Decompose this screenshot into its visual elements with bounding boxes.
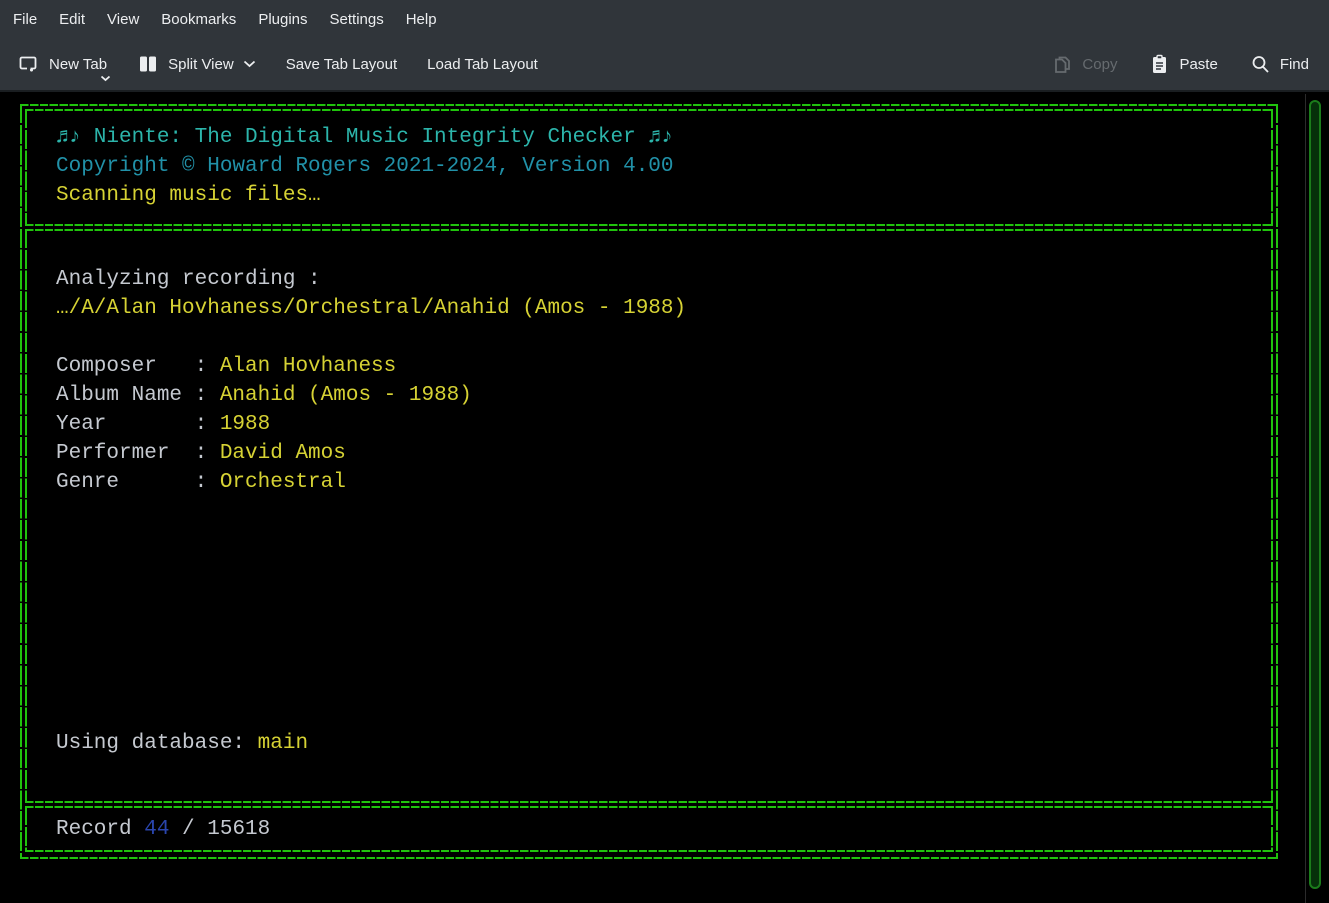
copy-icon <box>1052 54 1073 75</box>
record-total: / 15618 <box>169 818 270 841</box>
status-line: Scanning music files… <box>56 181 1273 210</box>
field-value: Anahid (Amos - 1988) <box>220 384 472 407</box>
menu-help[interactable]: Help <box>395 6 448 33</box>
paste-button[interactable]: Paste <box>1147 50 1219 79</box>
load-tab-layout-label: Load Tab Layout <box>427 56 538 73</box>
metadata-row-composer: Composer : Alan Hovhaness <box>56 352 1273 381</box>
field-label: Album Name : <box>56 384 220 407</box>
chevron-down-icon <box>100 75 111 82</box>
field-label: Composer : <box>56 355 220 378</box>
record-current: 44 <box>144 818 169 841</box>
new-tab-icon <box>18 53 40 75</box>
field-value: David Amos <box>220 442 346 465</box>
new-tab-button[interactable]: New Tab <box>16 49 109 79</box>
field-label: Genre : <box>56 471 220 494</box>
menu-file[interactable]: File <box>2 6 48 33</box>
metadata-row-album: Album Name : Anahid (Amos - 1988) <box>56 381 1273 410</box>
metadata-row-year: Year : 1988 <box>56 410 1273 439</box>
field-label: Year : <box>56 413 220 436</box>
menu-bar: File Edit View Bookmarks Plugins Setting… <box>0 0 1329 38</box>
load-tab-layout-button[interactable]: Load Tab Layout <box>425 52 540 77</box>
menu-edit[interactable]: Edit <box>48 6 96 33</box>
konsole-window: File Edit View Bookmarks Plugins Setting… <box>0 0 1329 903</box>
analyzing-heading: Analyzing recording : <box>56 265 1273 294</box>
tui-record-panel: Record 44 / 15618 <box>25 806 1273 852</box>
app-title: ♬♪ Niente: The Digital Music Integrity C… <box>56 123 1273 152</box>
split-view-button[interactable]: Split View <box>135 49 258 79</box>
split-view-label: Split View <box>168 56 234 73</box>
field-value: Alan Hovhaness <box>220 355 396 378</box>
field-label: Performer : <box>56 442 220 465</box>
copy-button[interactable]: Copy <box>1050 50 1119 79</box>
copyright-line: Copyright © Howard Rogers 2021-2024, Ver… <box>56 152 1273 181</box>
terminal-viewport[interactable]: ♬♪ Niente: The Digital Music Integrity C… <box>0 94 1329 903</box>
database-label: Using database: <box>56 732 258 755</box>
menu-view[interactable]: View <box>96 6 150 33</box>
menu-plugins[interactable]: Plugins <box>247 6 318 33</box>
metadata-fields: Composer : Alan Hovhaness Album Name : A… <box>56 352 1273 497</box>
menu-settings[interactable]: Settings <box>319 6 395 33</box>
find-icon <box>1250 54 1271 75</box>
metadata-row-genre: Genre : Orchestral <box>56 468 1273 497</box>
tui-analysis-panel: Analyzing recording : …/A/Alan Hovhaness… <box>25 229 1273 803</box>
find-label: Find <box>1280 56 1309 73</box>
save-tab-layout-label: Save Tab Layout <box>286 56 397 73</box>
recording-path: …/A/Alan Hovhaness/Orchestral/Anahid (Am… <box>56 294 1273 323</box>
field-value: 1988 <box>220 413 270 436</box>
toolbar-right-group: Copy Paste Find <box>1050 50 1311 79</box>
record-prefix: Record <box>56 818 144 841</box>
save-tab-layout-button[interactable]: Save Tab Layout <box>284 52 399 77</box>
database-value: main <box>258 732 308 755</box>
menu-bookmarks[interactable]: Bookmarks <box>150 6 247 33</box>
tui-header-panel: ♬♪ Niente: The Digital Music Integrity C… <box>25 109 1273 226</box>
scrollbar-thumb[interactable] <box>1309 100 1321 889</box>
toolbar: New Tab Split View Save Tab Layout Load … <box>0 38 1329 92</box>
split-view-icon <box>137 53 159 75</box>
paste-label: Paste <box>1179 56 1217 73</box>
find-button[interactable]: Find <box>1248 50 1311 79</box>
field-value: Orchestral <box>220 471 346 494</box>
tui-outer-frame: ♬♪ Niente: The Digital Music Integrity C… <box>20 104 1278 859</box>
new-tab-label: New Tab <box>49 56 107 73</box>
chevron-down-icon <box>243 60 256 68</box>
database-line: Using database: main <box>56 729 308 758</box>
scrollbar-track[interactable] <box>1305 94 1306 903</box>
record-counter: Record 44 / 15618 <box>56 815 1273 844</box>
paste-icon <box>1149 54 1170 75</box>
copy-label: Copy <box>1082 56 1117 73</box>
metadata-row-performer: Performer : David Amos <box>56 439 1273 468</box>
